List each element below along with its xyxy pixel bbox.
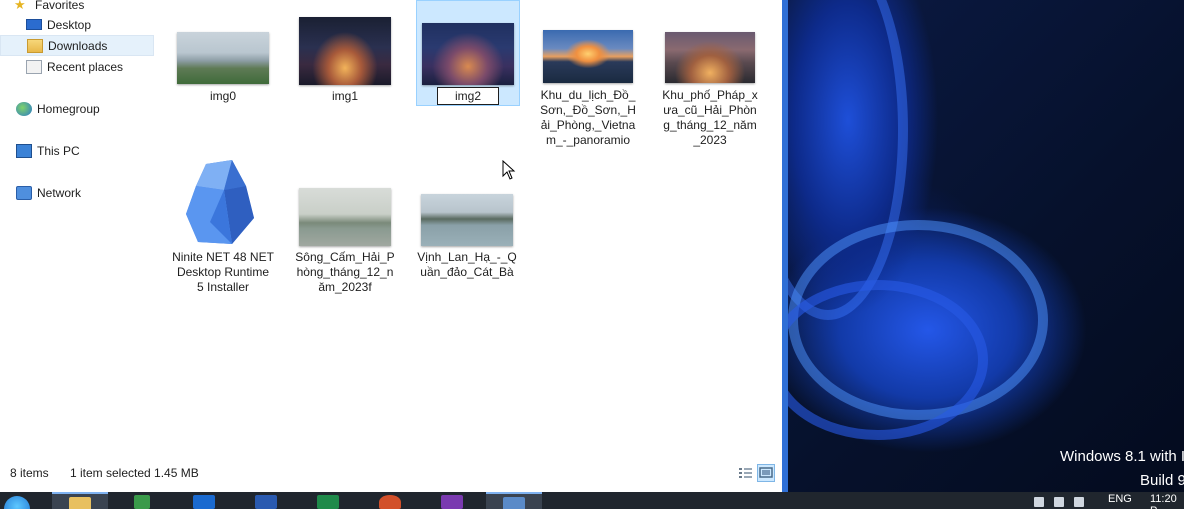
file-item-khu-pho-phap[interactable]: Khu_phố_Pháp_xưa_cũ_Hải_Phòng_tháng_12_n… xyxy=(660,20,760,150)
volume-tray-icon[interactable] xyxy=(1074,497,1084,507)
control-panel-icon xyxy=(503,497,525,509)
nav-recent-places[interactable]: Recent places xyxy=(20,56,123,77)
file-name-label: Khu_phố_Pháp_xưa_cũ_Hải_Phòng_tháng_12_n… xyxy=(662,88,758,147)
taskbar-word[interactable] xyxy=(238,492,294,509)
file-name-label: Ninite NET 48 NET Desktop Runtime 5 Inst… xyxy=(172,250,274,294)
nav-downloads-label: Downloads xyxy=(48,38,108,53)
status-bar: 8 items 1 item selected 1.45 MB xyxy=(0,460,782,486)
desktop-icon xyxy=(26,19,42,30)
nav-network[interactable]: Network xyxy=(10,182,81,203)
nav-favorites-label: Favorites xyxy=(35,0,85,12)
image-thumbnail xyxy=(177,32,269,84)
nav-desktop[interactable]: Desktop xyxy=(20,14,91,35)
file-item-do-son[interactable]: Khu_du_lịch_Đồ_Sơn,_Đồ_Sơn,_Hải_Phòng,_V… xyxy=(538,20,638,150)
image-thumbnail xyxy=(422,23,514,85)
file-item-ninite-installer[interactable]: Ninite NET 48 NET Desktop Runtime 5 Inst… xyxy=(172,160,274,310)
star-icon: ★ xyxy=(14,0,26,12)
desktop-watermark-line1: Windows 8.1 with I xyxy=(1060,448,1184,465)
word-icon xyxy=(255,495,277,509)
file-item-img1[interactable]: img1 xyxy=(294,14,396,110)
powerpoint-icon xyxy=(379,495,401,509)
onenote-icon xyxy=(441,495,463,509)
details-view-icon xyxy=(739,468,752,478)
image-thumbnail xyxy=(299,17,391,85)
file-item-img0[interactable]: img0 xyxy=(172,20,274,110)
excel-icon xyxy=(317,495,339,509)
details-view-button[interactable] xyxy=(736,464,754,482)
large-icons-view-icon xyxy=(759,467,773,478)
downloads-folder-icon xyxy=(27,38,43,53)
rename-text-box[interactable]: img2 xyxy=(437,87,499,105)
large-icons-view-button[interactable] xyxy=(757,464,775,482)
image-thumbnail xyxy=(665,32,755,83)
image-thumbnail xyxy=(299,188,391,246)
status-item-count: 8 items xyxy=(10,466,49,480)
file-name-label: Sông_Cấm_Hải_Phòng_tháng_12_năm_2023f xyxy=(295,250,395,294)
file-name-label: img1 xyxy=(331,89,358,103)
mouse-pointer-icon xyxy=(502,160,516,180)
start-button[interactable] xyxy=(0,494,36,509)
ninite-installer-icon xyxy=(186,160,254,244)
file-item-song-cam[interactable]: Sông_Cấm_Hải_Phòng_tháng_12_năm_2023f xyxy=(294,174,396,304)
nav-favorites[interactable]: ★ Favorites xyxy=(8,0,84,15)
nav-desktop-label: Desktop xyxy=(47,17,92,32)
nav-recent-label: Recent places xyxy=(47,59,124,74)
network-icon xyxy=(16,185,32,200)
file-item-vinh-lan-ha[interactable]: Vịnh_Lan_Hạ_-_Quần_đảo_Cát_Bà xyxy=(416,174,518,284)
windows-start-icon xyxy=(4,496,30,509)
nav-this-pc[interactable]: This PC xyxy=(10,140,80,161)
desktop-watermark-line2: Build 9 xyxy=(1140,472,1184,489)
status-selection-info: 1 item selected 1.45 MB xyxy=(70,466,199,480)
recent-places-icon xyxy=(26,59,42,74)
homegroup-icon xyxy=(16,101,32,116)
wallpaper-swirl xyxy=(768,280,988,440)
file-name-label: img0 xyxy=(209,89,236,103)
taskbar-store[interactable] xyxy=(114,492,170,509)
outlook-icon xyxy=(193,495,215,509)
computer-icon xyxy=(16,143,32,158)
file-name-label: Vịnh_Lan_Hạ_-_Quần_đảo_Cát_Bà xyxy=(417,250,517,279)
network-tray-icon[interactable] xyxy=(1054,497,1064,507)
nav-homegroup[interactable]: Homegroup xyxy=(10,98,100,119)
file-name-label: Khu_du_lịch_Đồ_Sơn,_Đồ_Sơn,_Hải_Phòng,_V… xyxy=(540,88,636,147)
taskbar-powerpoint[interactable] xyxy=(362,492,418,509)
file-item-img2[interactable]: img2 xyxy=(416,0,520,106)
taskbar-excel[interactable] xyxy=(300,492,356,509)
tray-chevron-icon[interactable] xyxy=(1034,497,1044,507)
navigation-pane: ★ Favorites Desktop Downloads Recent pla… xyxy=(0,0,160,460)
taskbar-onenote[interactable] xyxy=(424,492,480,509)
clock[interactable]: 11:20 P xyxy=(1150,493,1184,509)
nav-this-pc-label: This PC xyxy=(37,143,80,158)
store-icon xyxy=(134,495,150,509)
taskbar-control-panel[interactable] xyxy=(486,492,542,509)
image-thumbnail xyxy=(421,194,513,246)
taskbar-file-explorer[interactable] xyxy=(52,492,108,509)
file-explorer-icon xyxy=(69,497,91,509)
taskbar: ENG 11:20 P xyxy=(0,492,1184,509)
file-list-view: img0 img1 img2 Khu_du_lịch_Đồ_Sơn,_Đồ_Sơ… xyxy=(160,0,782,460)
nav-network-label: Network xyxy=(37,185,82,200)
desktop-wallpaper: Windows 8.1 with I Build 9 xyxy=(748,0,1184,492)
file-explorer-window: ★ Favorites Desktop Downloads Recent pla… xyxy=(0,0,788,492)
taskbar-outlook[interactable] xyxy=(176,492,232,509)
nav-downloads[interactable]: Downloads xyxy=(0,35,154,56)
image-thumbnail xyxy=(543,30,633,83)
input-language-indicator[interactable]: ENG xyxy=(1108,493,1132,505)
nav-homegroup-label: Homegroup xyxy=(37,101,100,116)
